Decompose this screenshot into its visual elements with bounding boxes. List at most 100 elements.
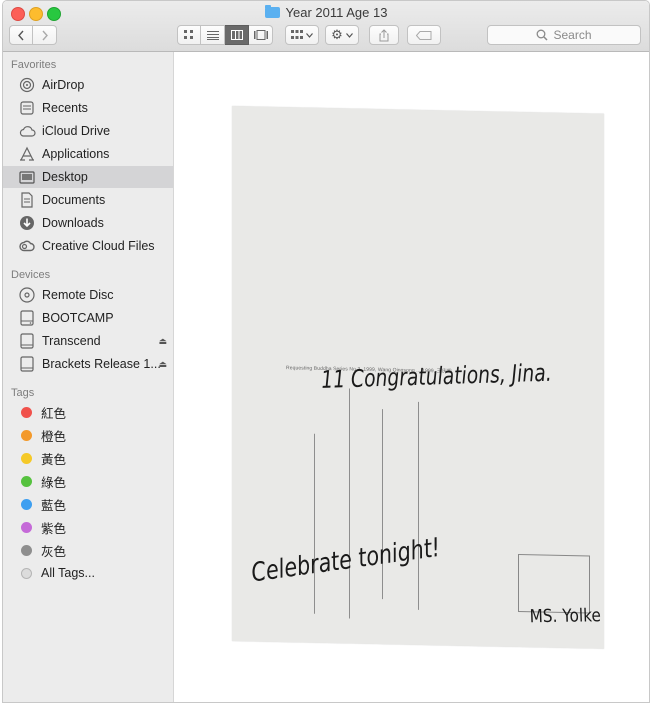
favorites-header: Favorites xyxy=(11,59,57,71)
sidebar-item-desktop[interactable]: Desktop xyxy=(3,166,173,188)
sidebar-item-label: 紅色 xyxy=(41,406,67,421)
sidebar-tag-orange[interactable]: 橙色 xyxy=(3,424,173,446)
share-icon xyxy=(379,28,389,41)
sidebar-item-label: 黃色 xyxy=(41,452,67,467)
gallery-view-button[interactable] xyxy=(249,25,273,45)
handwritten-greeting: 11 Congratulations, Jina. xyxy=(320,358,553,394)
tag-icon xyxy=(416,30,432,40)
finder-window: Year 2011 Age 13 ⚙ Search Favorites AirD… xyxy=(2,0,650,703)
back-button[interactable] xyxy=(9,25,33,45)
handwritten-signature: MS. Yolke xyxy=(529,605,602,628)
handwritten-message: Celebrate tonight! xyxy=(249,532,443,589)
icon-view-button[interactable] xyxy=(177,25,201,45)
sidebar-item-label: Remote Disc xyxy=(42,288,114,302)
desktop-icon xyxy=(18,169,36,185)
columns-icon xyxy=(230,30,243,40)
group-by-button[interactable] xyxy=(285,25,319,45)
all-tags-dot-icon xyxy=(21,567,32,579)
sidebar-item-label: Transcend xyxy=(42,334,101,348)
action-button[interactable]: ⚙ xyxy=(325,25,359,45)
sidebar-item-airdrop[interactable]: AirDrop xyxy=(3,74,173,96)
grid-icon xyxy=(184,30,193,39)
postcard-rule-line xyxy=(418,401,419,610)
list-view-button[interactable] xyxy=(201,25,225,45)
column-view-button[interactable] xyxy=(225,25,249,45)
sidebar-item-label: Downloads xyxy=(42,216,104,230)
sidebar-item-label: Creative Cloud Files xyxy=(42,239,155,253)
creative-cloud-icon xyxy=(18,238,36,254)
sidebar-item-label: Recents xyxy=(42,101,88,115)
sidebar-item-bootcamp[interactable]: BOOTCAMP xyxy=(3,307,173,329)
postcard-rule-line xyxy=(349,388,350,619)
purple-tag-dot-icon xyxy=(21,521,32,533)
sidebar-item-label: iCloud Drive xyxy=(42,124,111,138)
external-drive-icon xyxy=(18,356,36,372)
sidebar-item-label: Brackets Release 1... xyxy=(42,357,161,371)
sidebar-item-label: BOOTCAMP xyxy=(42,311,114,325)
red-tag-dot-icon xyxy=(21,406,32,418)
view-mode-control xyxy=(177,25,273,45)
edit-tags-button[interactable] xyxy=(407,25,441,45)
sidebar-item-documents[interactable]: Documents xyxy=(3,189,173,211)
share-button[interactable] xyxy=(369,25,399,45)
sidebar-tag-red[interactable]: 紅色 xyxy=(3,401,173,423)
sidebar-item-label: Documents xyxy=(42,193,106,207)
gallery-icon xyxy=(253,30,268,40)
sidebar-tag-gray[interactable]: 灰色 xyxy=(3,539,173,561)
sidebar-item-label: 綠色 xyxy=(41,475,67,490)
window-title: Year 2011 Age 13 xyxy=(3,5,649,21)
sidebar-item-remote-disc[interactable]: Remote Disc xyxy=(3,284,173,306)
preview-pane: Requesting Buddha Series No.3, 1999, Wan… xyxy=(174,52,649,702)
window-title-text: Year 2011 Age 13 xyxy=(285,5,388,20)
airdrop-icon xyxy=(18,77,36,93)
tags-header: Tags xyxy=(11,387,35,399)
sidebar-item-downloads[interactable]: Downloads xyxy=(3,212,173,234)
sidebar-item-label: AirDrop xyxy=(42,78,85,92)
postcard-photo: Requesting Buddha Series No.3, 1999, Wan… xyxy=(232,106,604,649)
downloads-icon xyxy=(18,215,36,231)
sidebar: Favorites AirDrop Recents iCloud Drive A… xyxy=(3,52,174,702)
sidebar-all-tags[interactable]: All Tags... xyxy=(3,562,173,584)
sidebar-item-label: Desktop xyxy=(42,170,88,184)
sidebar-item-applications[interactable]: Applications xyxy=(3,143,173,165)
postcard-rule-line xyxy=(314,433,315,614)
navigation-buttons xyxy=(9,25,57,45)
gray-tag-dot-icon xyxy=(21,544,32,556)
blue-tag-dot-icon xyxy=(21,498,32,510)
sidebar-item-label: 紫色 xyxy=(41,521,67,536)
sidebar-item-transcend[interactable]: Transcend ⏏ xyxy=(3,330,173,352)
sidebar-item-icloud-drive[interactable]: iCloud Drive xyxy=(3,120,173,142)
orange-tag-dot-icon xyxy=(21,429,32,441)
sidebar-item-brackets-release[interactable]: Brackets Release 1... ⏏ xyxy=(3,353,173,375)
chevron-down-icon xyxy=(306,32,313,38)
sidebar-item-recents[interactable]: Recents xyxy=(3,97,173,119)
recents-icon xyxy=(18,100,36,116)
sidebar-item-label: 藍色 xyxy=(41,498,67,513)
list-icon xyxy=(206,30,219,40)
search-field[interactable]: Search xyxy=(487,25,641,45)
forward-button[interactable] xyxy=(33,25,57,45)
toolbar: Year 2011 Age 13 ⚙ Search xyxy=(3,1,649,52)
sidebar-item-label: 橙色 xyxy=(41,429,67,444)
eject-icon[interactable]: ⏏ xyxy=(158,336,167,347)
sidebar-item-creative-cloud-files[interactable]: Creative Cloud Files xyxy=(3,235,173,257)
sidebar-tag-green[interactable]: 綠色 xyxy=(3,470,173,492)
group-grid-icon xyxy=(291,30,303,39)
external-drive-icon xyxy=(18,333,36,349)
sidebar-tag-purple[interactable]: 紫色 xyxy=(3,516,173,538)
sidebar-item-label: Applications xyxy=(42,147,110,161)
documents-icon xyxy=(18,192,36,208)
sidebar-tag-blue[interactable]: 藍色 xyxy=(3,493,173,515)
search-icon xyxy=(537,29,549,41)
sidebar-tag-yellow[interactable]: 黃色 xyxy=(3,447,173,469)
sidebar-item-label: 灰色 xyxy=(41,544,67,559)
devices-header: Devices xyxy=(11,269,51,281)
folder-icon xyxy=(264,5,280,18)
applications-icon xyxy=(18,146,36,162)
disc-icon xyxy=(18,287,36,303)
yellow-tag-dot-icon xyxy=(21,452,32,464)
gear-icon: ⚙ xyxy=(331,27,343,42)
drive-icon xyxy=(18,310,36,326)
eject-icon[interactable]: ⏏ xyxy=(158,359,167,370)
chevron-right-icon xyxy=(41,30,48,40)
